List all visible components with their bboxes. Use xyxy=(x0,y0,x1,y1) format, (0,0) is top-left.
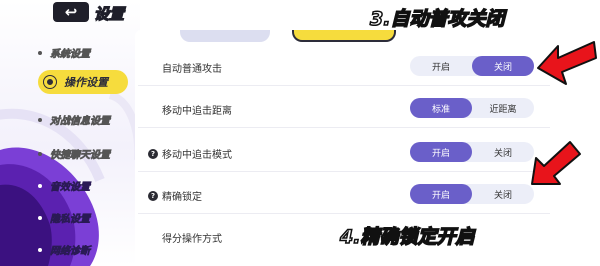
top-tab-right[interactable] xyxy=(292,30,396,42)
sidebar-item-privacy[interactable]: 隐私设置 xyxy=(38,210,90,225)
option-off[interactable]: 关闭 xyxy=(472,56,534,76)
option-standard[interactable]: 标准 xyxy=(410,98,472,118)
option-on[interactable]: 开启 xyxy=(410,184,472,204)
help-icon[interactable]: ? xyxy=(148,190,158,201)
option-on[interactable]: 开启 xyxy=(410,142,472,162)
setting-row-precise-lock: ? 精确锁定 开启 关闭 xyxy=(138,174,550,214)
sidebar-item-sound[interactable]: 音效设置 xyxy=(38,178,90,193)
sidebar-swirl-decoration xyxy=(0,91,140,266)
setting-label: 移动中追击距离 xyxy=(162,106,232,117)
setting-label: 自动普通攻击 xyxy=(162,64,222,75)
option-on[interactable]: 开启 xyxy=(410,56,472,76)
setting-row-chase-distance: 移动中追击距离 标准 近距离 xyxy=(138,88,550,128)
settings-sidebar: ↩ 设置 系统设置 操作设置 对战信息设置 快捷聊天设置 音效设置 隐私设置 网… xyxy=(0,0,140,266)
sidebar-title: 设置 xyxy=(93,4,125,23)
red-arrow-icon xyxy=(531,141,581,185)
bullet-icon xyxy=(38,151,42,156)
auto-attack-toggle[interactable]: 开启 关闭 xyxy=(410,56,534,76)
bullet-icon xyxy=(38,247,42,252)
bullet-icon xyxy=(38,215,42,220)
back-logo-icon[interactable]: ↩ xyxy=(53,2,89,22)
chase-distance-toggle[interactable]: 标准 近距离 xyxy=(410,98,534,118)
precise-lock-toggle[interactable]: 开启 关闭 xyxy=(410,184,534,204)
annotation-step3: 3.自动普攻关闭 xyxy=(369,7,505,31)
sidebar-item-network[interactable]: 网络诊断 xyxy=(38,242,90,257)
sidebar-item-controls[interactable]: 操作设置 xyxy=(38,70,128,94)
option-off[interactable]: 关闭 xyxy=(472,142,534,162)
bullet-icon xyxy=(38,183,42,188)
bullet-icon xyxy=(38,117,42,122)
active-indicator-icon xyxy=(44,76,56,88)
help-icon[interactable]: ? xyxy=(148,148,158,159)
top-tab-left[interactable] xyxy=(180,30,270,42)
option-off[interactable]: 关闭 xyxy=(472,184,534,204)
setting-label: ? 精确锁定 xyxy=(148,188,202,203)
setting-label: 得分操作方式 xyxy=(162,234,222,245)
setting-label: ? 移动中追击模式 xyxy=(148,146,232,161)
setting-row-auto-attack: 自动普通攻击 开启 关闭 xyxy=(138,46,550,86)
option-short[interactable]: 近距离 xyxy=(472,98,534,118)
chase-mode-toggle[interactable]: 开启 关闭 xyxy=(410,142,534,162)
sidebar-item-battle-info[interactable]: 对战信息设置 xyxy=(38,112,110,127)
annotation-step4: 4.精确锁定开启 xyxy=(339,225,475,249)
sidebar-item-quick-chat[interactable]: 快捷聊天设置 xyxy=(38,146,110,161)
sidebar-item-system[interactable]: 系统设置 xyxy=(38,45,90,60)
bullet-icon xyxy=(38,50,42,55)
setting-row-chase-mode: ? 移动中追击模式 开启 关闭 xyxy=(138,132,550,172)
red-arrow-icon xyxy=(537,41,597,85)
